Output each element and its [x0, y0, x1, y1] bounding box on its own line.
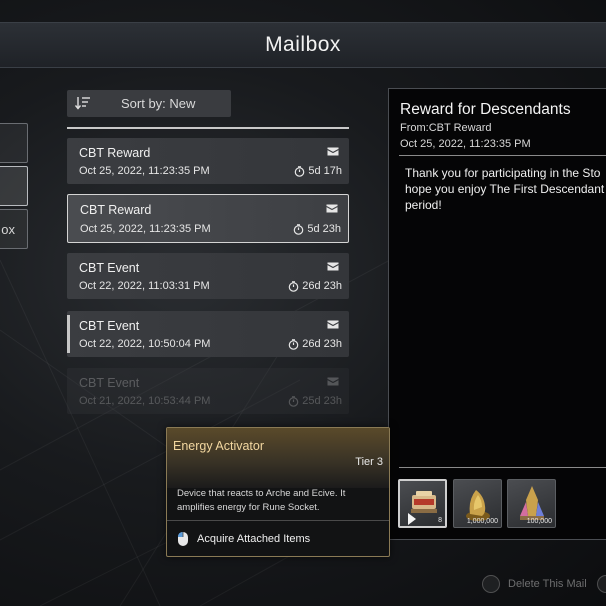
expiry-text: 26d 23h	[302, 338, 342, 350]
mail-body-line: Thank you for participating in the Sto	[405, 166, 601, 180]
sort-descending-icon	[75, 97, 90, 110]
mail-sender: From:CBT Reward	[400, 122, 492, 134]
attachment-count: 8	[438, 517, 442, 524]
envelope-icon	[327, 377, 339, 386]
mail-item[interactable]: CBT Reward Oct 25, 2022, 11:23:35 PM 5d …	[67, 138, 349, 184]
item-tooltip: Energy Activator Tier 3 Device that reac…	[166, 427, 390, 557]
side-tab-label: ox	[1, 222, 15, 237]
attachment-count: 100,000	[526, 518, 552, 525]
sort-button[interactable]: Sort by: New	[67, 90, 231, 117]
stopwatch-icon	[288, 338, 299, 350]
mail-item[interactable]: CBT Event Oct 22, 2022, 11:03:31 PM 26d …	[67, 253, 349, 299]
mail-subject: Reward for Descendants	[400, 101, 571, 118]
expiry-timer: 26d 23h	[288, 338, 342, 350]
expiry-text: 5d 17h	[308, 165, 342, 177]
attachment-slot[interactable]: 1,000,000	[453, 479, 502, 528]
mail-received-date: Oct 25, 2022, 11:23:35 PM	[400, 138, 531, 150]
expiry-timer: 5d 17h	[294, 165, 342, 177]
attachment-count: 1,000,000	[466, 518, 498, 525]
mail-title: CBT Reward	[79, 146, 151, 160]
mail-body-line: hope you enjoy The First Descendant	[405, 182, 605, 196]
mail-item[interactable]: CBT Reward Oct 25, 2022, 11:23:35 PM 5d …	[67, 194, 349, 243]
mail-item[interactable]: CBT Event Oct 21, 2022, 10:53:44 PM 25d …	[67, 368, 349, 414]
mailbox-header: Mailbox	[0, 22, 606, 68]
tooltip-header: Energy Activator Tier 3	[167, 428, 389, 488]
envelope-icon	[326, 204, 338, 213]
attachments-divider	[399, 467, 606, 468]
tooltip-item-tier: Tier 3	[355, 456, 383, 468]
mail-item[interactable]: CBT Event Oct 22, 2022, 10:50:04 PM 26d …	[67, 311, 349, 357]
mail-body: Thank you for participating in the Sto h…	[405, 165, 606, 213]
mouse-icon	[178, 532, 188, 546]
mail-date: Oct 21, 2022, 10:53:44 PM	[79, 395, 211, 407]
expiry-timer: 26d 23h	[288, 280, 342, 292]
stopwatch-icon	[295, 165, 305, 177]
detail-divider	[399, 155, 606, 156]
expiry-text: 26d 23h	[302, 280, 342, 292]
side-tab-3[interactable]: ox	[0, 209, 28, 249]
delete-mail-label: Delete This Mail	[508, 578, 587, 590]
mail-date: Oct 22, 2022, 10:50:04 PM	[79, 338, 211, 350]
attachment-slot[interactable]: 8	[398, 479, 447, 528]
acquire-attached-items-label: Acquire Attached Items	[197, 533, 311, 545]
sort-label: Sort by: New	[121, 96, 196, 111]
mail-date: Oct 22, 2022, 11:03:31 PM	[79, 280, 210, 292]
expiry-text: 5d 23h	[307, 223, 341, 235]
envelope-icon	[327, 147, 339, 156]
attachment-slot[interactable]: 100,000	[507, 479, 556, 528]
delete-mail-button[interactable]: Delete This Mail	[482, 575, 587, 593]
stopwatch-icon	[294, 223, 304, 235]
expiry-timer: 25d 23h	[288, 395, 342, 407]
side-tab-1[interactable]	[0, 123, 28, 163]
gamepad-y-key-icon	[482, 575, 500, 593]
tooltip-divider	[167, 520, 389, 521]
envelope-icon	[327, 320, 339, 329]
tooltip-description: Device that reacts to Arche and Ecive. I…	[177, 488, 346, 513]
expiry-text: 25d 23h	[302, 395, 342, 407]
mail-date: Oct 25, 2022, 11:23:35 PM	[79, 165, 210, 177]
tooltip-item-name: Energy Activator	[173, 439, 265, 453]
page-title: Mailbox	[265, 33, 341, 56]
list-divider	[67, 127, 349, 129]
gamepad-key-icon[interactable]	[597, 575, 606, 593]
mail-detail-panel: Reward for Descendants From:CBT Reward O…	[388, 88, 606, 540]
mail-title: CBT Event	[79, 376, 140, 390]
acquire-attached-items-button[interactable]: Acquire Attached Items	[177, 528, 310, 550]
stopwatch-icon	[288, 280, 299, 292]
mail-title: CBT Reward	[80, 203, 152, 217]
envelope-icon	[327, 262, 339, 271]
mail-body-line: period!	[405, 198, 442, 212]
expiry-timer: 5d 23h	[293, 223, 341, 235]
mail-title: CBT Event	[79, 319, 140, 333]
side-tab-2[interactable]	[0, 166, 28, 206]
mail-title: CBT Event	[79, 261, 140, 275]
stopwatch-icon	[288, 395, 299, 407]
mail-date: Oct 25, 2022, 11:23:35 PM	[80, 223, 211, 235]
